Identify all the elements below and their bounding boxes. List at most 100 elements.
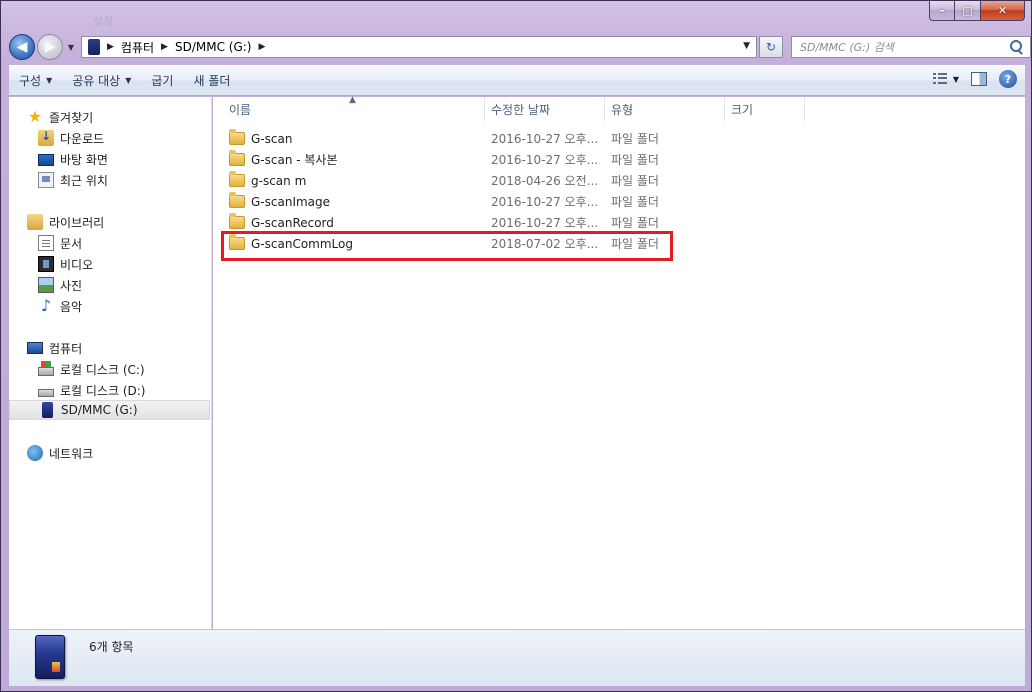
column-header-label: 크기	[731, 102, 754, 117]
sidebar-item-network[interactable]: 네트워크	[27, 443, 93, 463]
breadcrumb-separator-icon[interactable]: ▶	[258, 42, 265, 52]
address-history-dropdown[interactable]: ▼	[743, 41, 750, 51]
file-row-g-scan[interactable]: G-scan 2016-10-27 오후... 파일 폴더	[229, 128, 689, 149]
back-arrow-icon: ◀	[16, 39, 28, 55]
breadcrumb-separator-icon[interactable]: ▶	[107, 42, 114, 52]
pictures-icon	[38, 277, 54, 293]
sidebar-item-label: 사진	[60, 278, 83, 293]
address-bar[interactable]: ▶ 컴퓨터 ▶ SD/MMC (G:) ▶ ▼	[81, 36, 757, 58]
file-list-pane: ▲ 이름 수정한 날짜 유형 크기 G-scan 2016-10-27 오후..…	[213, 95, 1025, 629]
sidebar-item-favorites[interactable]: ★ 즐겨찾기	[27, 107, 93, 127]
forward-arrow-icon: ▶	[44, 39, 56, 55]
breadcrumb-separator-icon[interactable]: ▶	[161, 42, 168, 52]
desktop-icon	[38, 154, 54, 166]
sidebar-item-label: 최근 위치	[60, 173, 108, 188]
item-count: 6개 항목	[89, 640, 134, 654]
burn-button[interactable]: 굽기	[141, 68, 183, 94]
burn-label: 굽기	[151, 74, 174, 88]
forward-button[interactable]: ▶	[37, 34, 63, 60]
column-header-type[interactable]: 유형	[605, 97, 725, 121]
window-title: 설정	[93, 15, 114, 28]
chevron-down-icon: ▼	[125, 76, 132, 85]
file-row-g-scanimage[interactable]: G-scanImage 2016-10-27 오후... 파일 폴더	[229, 191, 689, 212]
sidebar-item-label: 다운로드	[60, 131, 105, 146]
share-with-label: 공유 대상	[72, 74, 121, 88]
view-controls: ▼ ?	[932, 70, 1017, 88]
sidebar-item-libraries[interactable]: 라이브러리	[27, 212, 104, 232]
sidebar-item-computer[interactable]: 컴퓨터	[27, 338, 82, 358]
download-icon	[38, 129, 54, 146]
share-with-button[interactable]: 공유 대상 ▼	[62, 68, 141, 94]
file-row-g-scan-m[interactable]: g-scan m 2018-04-26 오전... 파일 폴더	[229, 170, 689, 191]
organize-label: 구성	[19, 74, 42, 88]
close-icon: ✕	[997, 4, 1008, 17]
sidebar-item-music[interactable]: ♪ 음악	[38, 296, 82, 316]
network-icon	[27, 445, 43, 461]
sidebar-item-label: SD/MMC (G:)	[61, 403, 138, 417]
file-type: 파일 폴더	[611, 153, 659, 167]
maximize-icon: □	[962, 4, 973, 17]
column-header-label: 이름	[229, 102, 252, 117]
sd-card-icon	[88, 39, 100, 55]
minimize-icon: –	[939, 4, 945, 17]
close-button[interactable]: ✕	[981, 1, 1025, 21]
help-icon[interactable]: ?	[999, 70, 1017, 88]
back-button[interactable]: ◀	[9, 34, 35, 60]
sidebar-item-label: 라이브러리	[49, 215, 105, 230]
column-header-size[interactable]: 크기	[725, 97, 805, 121]
sidebar-item-desktop[interactable]: 바탕 화면	[38, 149, 108, 169]
caption-buttons: – □ ✕	[929, 1, 1025, 21]
column-header-name[interactable]: 이름	[223, 97, 485, 121]
navigation-pane: ★ 즐겨찾기 다운로드 바탕 화면 최근 위치 라이브러리 문서 비디오 사진 ♪…	[9, 97, 212, 629]
preview-pane-icon[interactable]	[971, 72, 987, 86]
sidebar-item-documents[interactable]: 문서	[38, 233, 82, 253]
search-icon[interactable]	[1008, 39, 1024, 55]
refresh-button[interactable]: ↻	[759, 36, 783, 58]
search-input[interactable]	[800, 40, 1008, 54]
sidebar-item-downloads[interactable]: 다운로드	[38, 128, 104, 148]
sidebar-item-label: 로컬 디스크 (D:)	[60, 383, 146, 398]
search-box[interactable]	[791, 36, 1031, 58]
file-name: G-scanImage	[251, 194, 331, 209]
file-row-g-scan-copy[interactable]: G-scan - 복사본 2016-10-27 오후... 파일 폴더	[229, 149, 689, 170]
sidebar-item-recent-places[interactable]: 최근 위치	[38, 170, 108, 190]
sidebar-item-sd-mmc[interactable]: SD/MMC (G:)	[9, 400, 210, 420]
documents-icon	[38, 235, 54, 251]
column-header-label: 수정한 날짜	[491, 102, 551, 117]
sidebar-item-drive-c[interactable]: 로컬 디스크 (C:)	[38, 359, 145, 379]
sidebar-item-label: 비디오	[60, 257, 94, 272]
breadcrumb-sd-mmc[interactable]: SD/MMC (G:)	[175, 40, 252, 54]
file-name: g-scan m	[251, 173, 307, 188]
sidebar-item-label: 바탕 화면	[60, 152, 108, 167]
column-header-modified[interactable]: 수정한 날짜	[485, 97, 605, 121]
command-bar: 구성 ▼ 공유 대상 ▼ 굽기 새 폴더 ▼ ?	[9, 65, 1025, 96]
file-modified: 2018-04-26 오전...	[491, 174, 599, 188]
new-folder-button[interactable]: 새 폴더	[183, 68, 240, 94]
sidebar-item-label: 음악	[60, 299, 83, 314]
maximize-button[interactable]: □	[955, 1, 981, 21]
sidebar-item-pictures[interactable]: 사진	[38, 275, 82, 295]
video-icon	[38, 256, 54, 272]
recent-pages-dropdown[interactable]: ▼	[65, 43, 77, 52]
file-modified: 2016-10-27 오후...	[491, 216, 599, 230]
folder-icon	[229, 129, 245, 145]
folder-icon	[229, 213, 245, 229]
change-view-icon[interactable]	[932, 73, 947, 85]
drive-d-icon	[38, 389, 54, 397]
music-icon: ♪	[40, 296, 52, 315]
recent-places-icon	[38, 172, 54, 188]
sidebar-item-label: 즐겨찾기	[49, 110, 94, 125]
breadcrumb-computer[interactable]: 컴퓨터	[121, 39, 154, 56]
file-name: G-scan	[251, 131, 293, 146]
file-name: G-scan - 복사본	[251, 153, 338, 167]
file-type: 파일 폴더	[611, 132, 659, 146]
sidebar-item-videos[interactable]: 비디오	[38, 254, 93, 274]
view-options-dropdown[interactable]: ▼	[953, 75, 959, 84]
organize-button[interactable]: 구성 ▼	[9, 68, 62, 94]
sidebar-item-drive-d[interactable]: 로컬 디스크 (D:)	[38, 380, 145, 400]
sidebar-item-label: 네트워크	[49, 446, 94, 461]
chevron-down-icon: ▼	[46, 76, 53, 85]
file-modified: 2016-10-27 오후...	[491, 195, 599, 209]
minimize-button[interactable]: –	[929, 1, 955, 21]
file-row-g-scanrecord[interactable]: G-scanRecord 2016-10-27 오후... 파일 폴더	[229, 212, 689, 233]
